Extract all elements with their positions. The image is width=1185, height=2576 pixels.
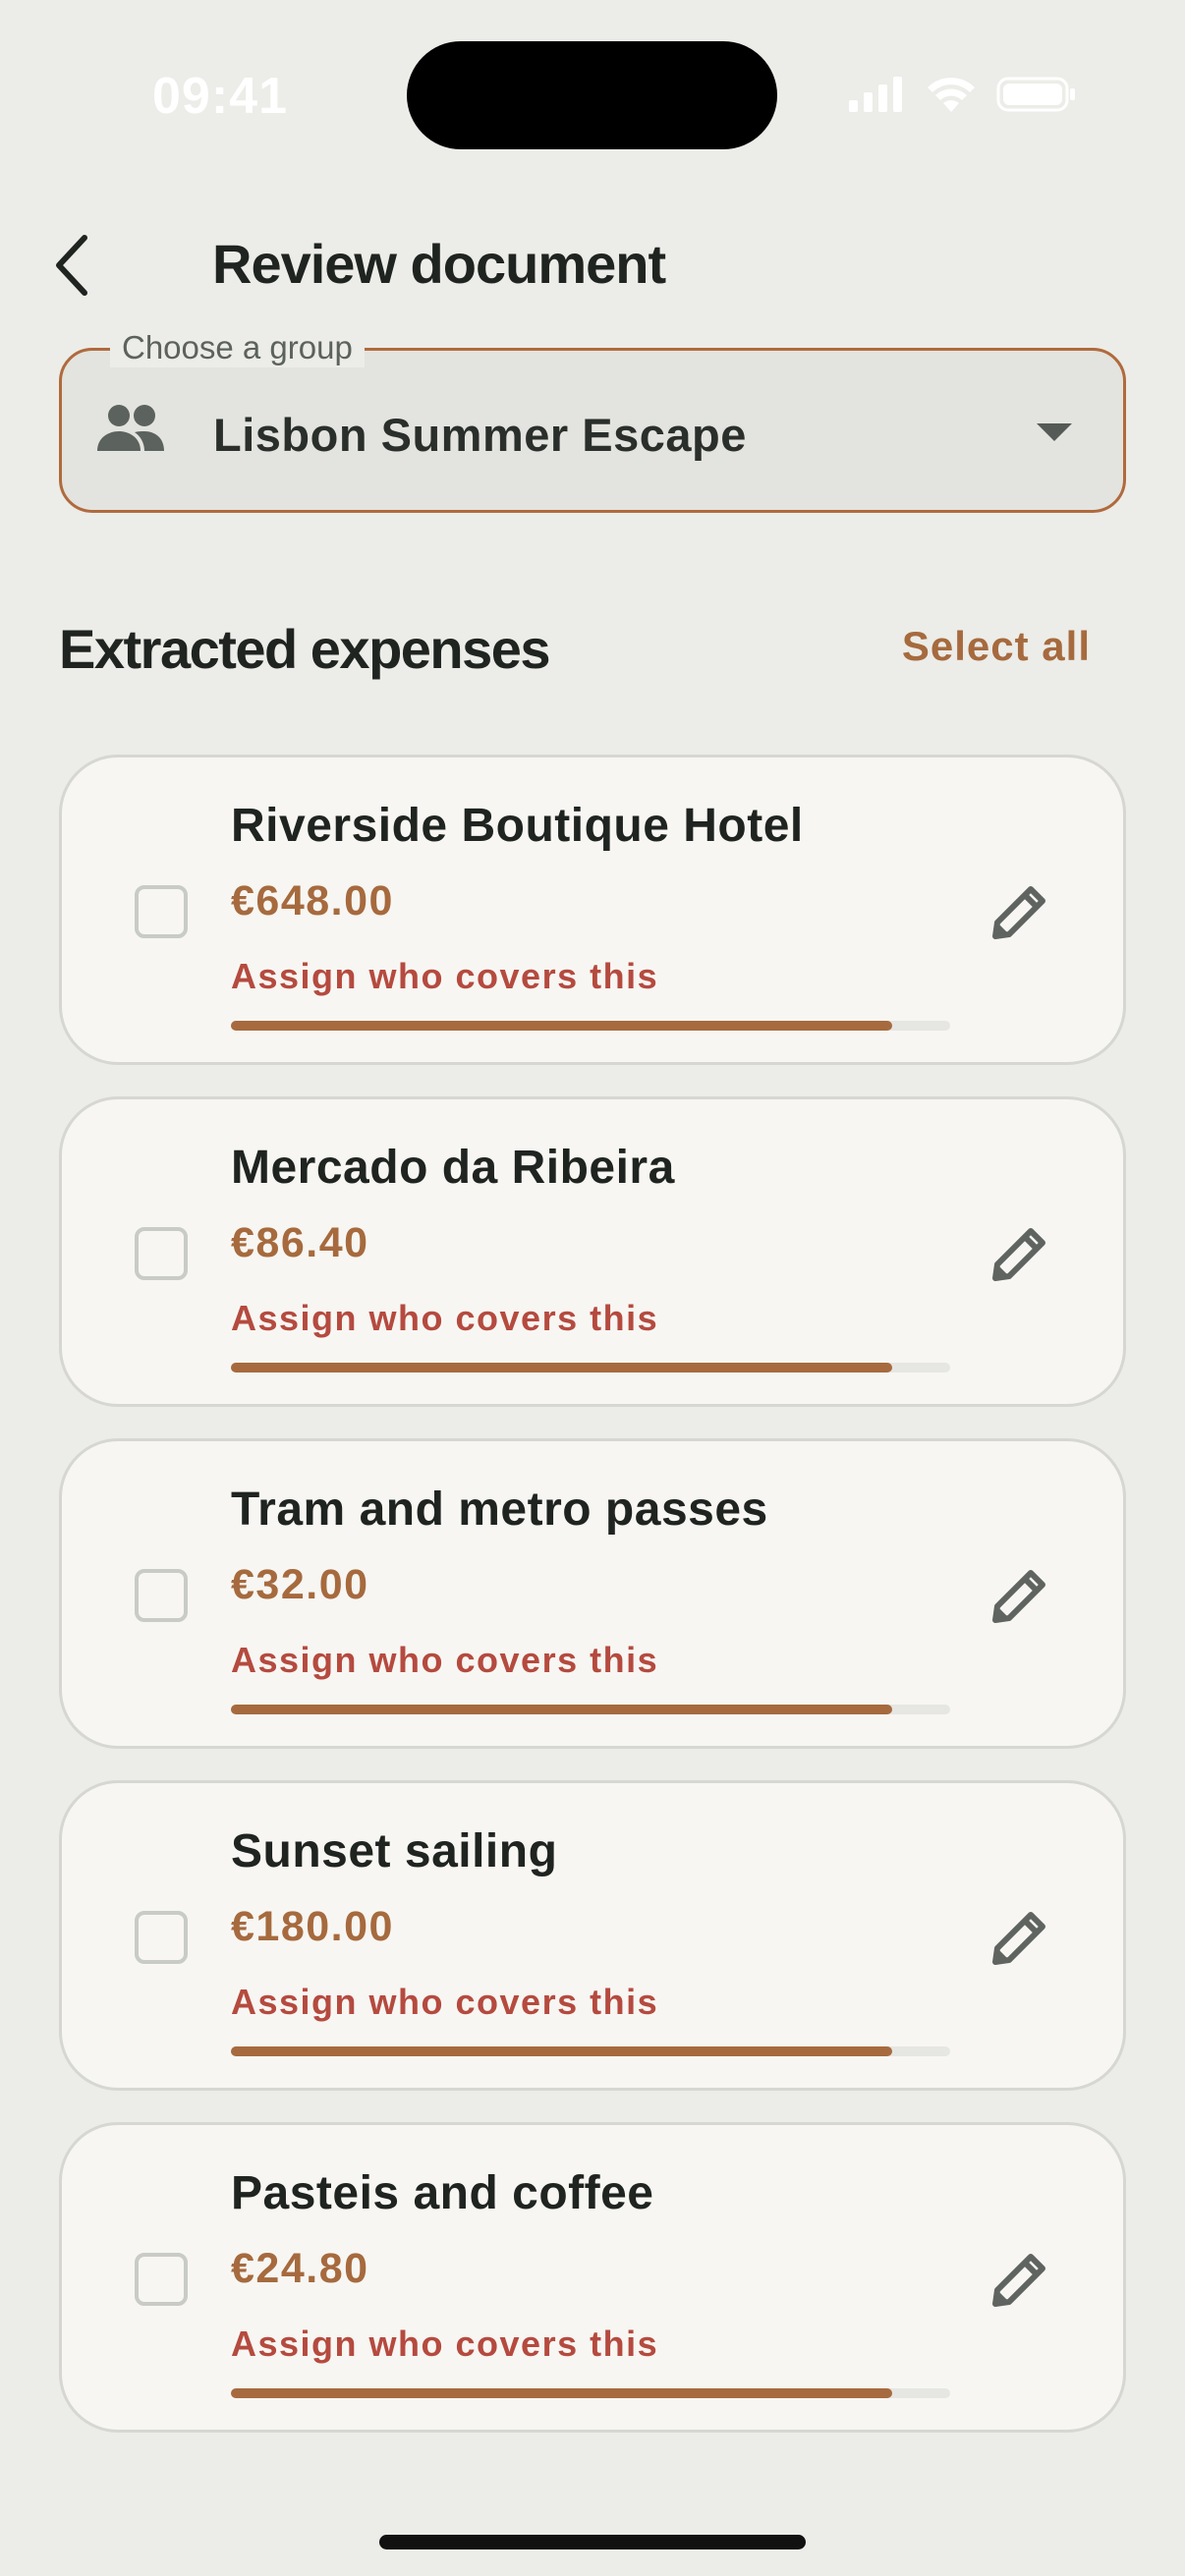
expense-amount: €648.00 bbox=[231, 877, 394, 924]
expense-progress bbox=[231, 1705, 950, 1714]
screen: 09:41 Review document Lisbon Summer Esca… bbox=[0, 0, 1185, 2576]
expense-progress bbox=[231, 1021, 950, 1031]
expense-card[interactable]: Mercado da Ribeira €86.40 Assign who cov… bbox=[59, 1096, 1126, 1407]
pencil-icon bbox=[992, 2254, 1045, 2307]
select-all-button[interactable]: Select all bbox=[902, 623, 1091, 670]
caret-down-icon bbox=[1037, 423, 1072, 441]
pencil-icon bbox=[992, 886, 1045, 939]
expense-progress bbox=[231, 1363, 950, 1372]
expense-amount: €32.00 bbox=[231, 1561, 369, 1608]
edit-expense-button[interactable] bbox=[988, 1221, 1052, 1286]
edit-expense-button[interactable] bbox=[988, 879, 1052, 944]
expense-assign-link[interactable]: Assign who covers this bbox=[231, 2324, 658, 2365]
dynamic-island bbox=[407, 41, 777, 149]
group-select-value: Lisbon Summer Escape bbox=[213, 409, 747, 461]
expense-name: Pasteis and coffee bbox=[231, 2167, 654, 2219]
chevron-left-icon bbox=[56, 235, 87, 296]
expense-checkbox[interactable] bbox=[135, 885, 188, 938]
pencil-icon bbox=[992, 1570, 1045, 1623]
back-button[interactable] bbox=[51, 226, 120, 305]
expense-assign-link[interactable]: Assign who covers this bbox=[231, 956, 658, 997]
expense-amount: €24.80 bbox=[231, 2245, 369, 2292]
group-select[interactable]: Lisbon Summer Escape bbox=[59, 348, 1126, 513]
cellular-signal-icon bbox=[849, 77, 902, 112]
edit-expense-button[interactable] bbox=[988, 1563, 1052, 1628]
page-title: Review document bbox=[212, 233, 666, 295]
home-indicator bbox=[379, 2535, 806, 2549]
expense-progress-fill bbox=[231, 1363, 893, 1372]
expense-card[interactable]: Tram and metro passes €32.00 Assign who … bbox=[59, 1438, 1126, 1749]
expense-checkbox[interactable] bbox=[135, 1569, 188, 1622]
people-icon bbox=[95, 402, 166, 462]
expense-assign-link[interactable]: Assign who covers this bbox=[231, 1298, 658, 1339]
battery-icon bbox=[996, 77, 1075, 112]
section-title: Extracted expenses bbox=[59, 618, 551, 680]
expense-progress-fill bbox=[231, 2388, 893, 2398]
expense-checkbox[interactable] bbox=[135, 1227, 188, 1280]
edit-expense-button[interactable] bbox=[988, 1905, 1052, 1970]
pencil-icon bbox=[992, 1228, 1045, 1281]
pencil-icon bbox=[992, 1912, 1045, 1965]
expense-checkbox[interactable] bbox=[135, 1911, 188, 1964]
status-icons bbox=[847, 75, 1077, 114]
expense-checkbox[interactable] bbox=[135, 2253, 188, 2306]
expense-progress bbox=[231, 2046, 950, 2056]
expense-progress-fill bbox=[231, 1021, 893, 1031]
expense-card[interactable]: Pasteis and coffee €24.80 Assign who cov… bbox=[59, 2122, 1126, 2433]
expense-amount: €86.40 bbox=[231, 1219, 369, 1266]
group-select-label: Choose a group bbox=[110, 328, 365, 367]
expense-progress bbox=[231, 2388, 950, 2398]
expense-name: Sunset sailing bbox=[231, 1825, 558, 1877]
expense-assign-link[interactable]: Assign who covers this bbox=[231, 1640, 658, 1681]
expense-progress-fill bbox=[231, 2046, 893, 2056]
wifi-icon bbox=[928, 78, 975, 112]
expense-name: Mercado da Ribeira bbox=[231, 1142, 675, 1194]
expense-name: Riverside Boutique Hotel bbox=[231, 800, 804, 852]
expense-progress-fill bbox=[231, 1705, 893, 1714]
expense-name: Tram and metro passes bbox=[231, 1484, 768, 1536]
expense-card[interactable]: Sunset sailing €180.00 Assign who covers… bbox=[59, 1780, 1126, 2091]
expense-card[interactable]: Riverside Boutique Hotel €648.00 Assign … bbox=[59, 755, 1126, 1065]
status-time: 09:41 bbox=[152, 68, 288, 125]
expense-amount: €180.00 bbox=[231, 1903, 394, 1950]
edit-expense-button[interactable] bbox=[988, 2247, 1052, 2312]
expense-assign-link[interactable]: Assign who covers this bbox=[231, 1982, 658, 2023]
